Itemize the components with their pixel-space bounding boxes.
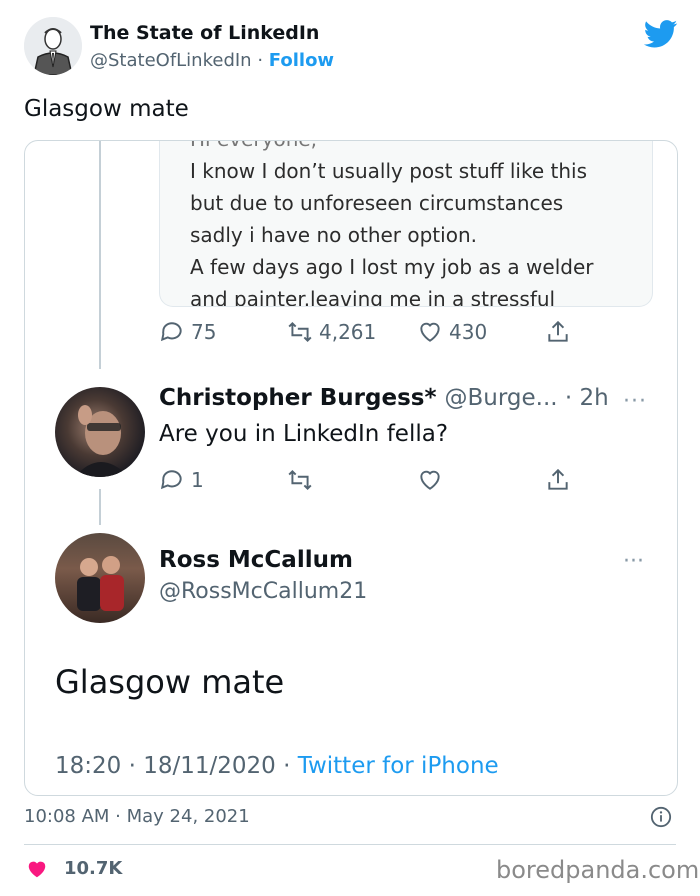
reply2-text: Glasgow mate xyxy=(55,663,285,701)
author-name[interactable]: The State of LinkedIn xyxy=(90,22,319,44)
retweet-icon xyxy=(288,321,312,343)
share-icon xyxy=(548,468,568,490)
reply-action[interactable]: 1 xyxy=(159,467,204,493)
reply2-source[interactable]: Twitter for iPhone xyxy=(298,753,499,779)
retweet-action[interactable] xyxy=(287,467,313,493)
like-action[interactable]: 430 xyxy=(417,319,487,345)
author-handle-row: @StateOfLinkedIn · Follow xyxy=(90,50,334,71)
share-action[interactable] xyxy=(545,467,571,493)
more-options-icon[interactable]: ··· xyxy=(623,549,644,574)
ross-mccallum-avatar[interactable] xyxy=(55,533,145,623)
reply1-handle-time: @Burge... · 2h xyxy=(444,385,609,411)
reply1-header: Christopher Burgess* @Burge... · 2h xyxy=(159,385,609,411)
follow-button[interactable]: Follow xyxy=(269,50,334,71)
heart-outline-icon xyxy=(420,470,440,490)
two-people-photo xyxy=(77,556,124,611)
watermark: boredpanda.com xyxy=(496,856,700,884)
cut-off-line: Hi everyone, xyxy=(190,141,317,155)
man-in-suit-illustration xyxy=(24,17,82,75)
likes-count[interactable]: 10.7K xyxy=(64,858,122,879)
separator-dot: · xyxy=(257,50,264,71)
reply2-handle[interactable]: @RossMcCallum21 xyxy=(159,579,367,604)
reply2-meta: 18:20 · 18/11/2020 · Twitter for iPhone xyxy=(55,753,499,779)
more-options-icon[interactable]: ··· xyxy=(623,389,647,414)
heart-filled-icon[interactable] xyxy=(26,858,48,880)
reply-icon xyxy=(160,470,182,490)
heart-outline-icon xyxy=(420,322,440,342)
share-action[interactable] xyxy=(545,319,571,345)
embedded-screenshot-card[interactable]: Hi everyone, I know I don’t usually post… xyxy=(24,140,678,796)
retweet-action[interactable]: 4,261 xyxy=(287,319,376,345)
reply1-text: Are you in LinkedIn fella? xyxy=(159,421,449,447)
retweet-icon xyxy=(288,469,312,491)
info-icon[interactable] xyxy=(650,806,672,828)
quoted-line: sadly i have no other option. xyxy=(190,223,477,247)
reply1-name[interactable]: Christopher Burgess* xyxy=(159,385,436,411)
reply-count: 1 xyxy=(191,468,204,492)
twitter-bird-icon[interactable] xyxy=(644,20,678,48)
quoted-post-text: Hi everyone, I know I don’t usually post… xyxy=(159,141,653,307)
author-avatar[interactable] xyxy=(24,17,82,75)
author-handle[interactable]: @StateOfLinkedIn xyxy=(90,50,252,71)
thread-line xyxy=(99,141,101,369)
reply2-time: 18:20 · 18/11/2020 · xyxy=(55,753,298,779)
like-action[interactable] xyxy=(417,467,443,493)
quoted-line: A few days ago I lost my job as a welder xyxy=(190,255,594,279)
tweet-timestamp[interactable]: 10:08 AM · May 24, 2021 xyxy=(24,806,250,827)
quoted-line: but due to unforeseen circumstances xyxy=(190,191,564,215)
man-photo xyxy=(75,405,129,477)
retweet-count: 4,261 xyxy=(319,320,377,344)
christopher-burgess-avatar[interactable] xyxy=(55,387,145,477)
divider xyxy=(24,844,676,845)
share-icon xyxy=(548,320,568,342)
thread-line xyxy=(99,489,101,525)
quoted-line: I know I don’t usually post stuff like t… xyxy=(190,159,587,183)
reply-icon xyxy=(160,322,182,342)
quoted-line: and painter.leaving me in a stressful xyxy=(190,287,556,307)
like-count: 430 xyxy=(449,320,488,344)
tweet-text: Glasgow mate xyxy=(24,96,189,122)
reply2-name[interactable]: Ross McCallum xyxy=(159,547,353,573)
reply-action[interactable]: 75 xyxy=(159,319,216,345)
reply-count: 75 xyxy=(191,320,217,344)
